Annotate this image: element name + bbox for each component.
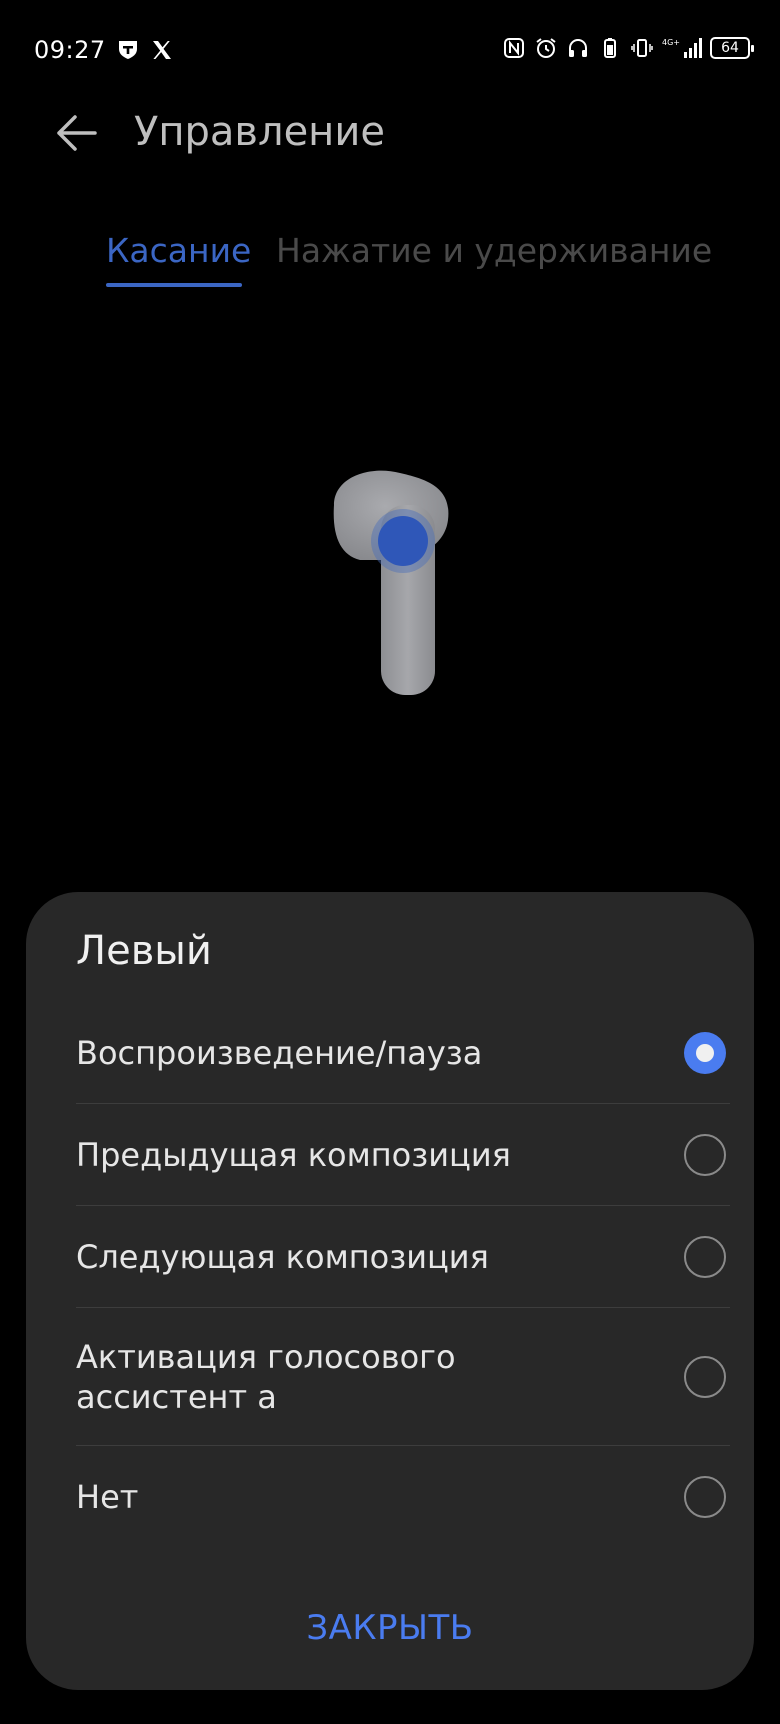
tab-touch[interactable]: Касание [106, 231, 251, 270]
sheet-title: Левый [76, 928, 212, 974]
nfc-icon [502, 36, 526, 60]
signal-4g-icon: 4G+ [662, 36, 702, 60]
app-bar: Управление [0, 95, 780, 175]
status-left: 09:27 [34, 36, 174, 64]
radio-unselected[interactable] [684, 1355, 726, 1398]
radio-unselected[interactable] [684, 1133, 726, 1176]
battery-case-icon [598, 36, 622, 60]
options-list: Воспроизведение/пауза Предыдущая компози… [76, 1002, 730, 1548]
radio-selected[interactable] [684, 1031, 726, 1074]
option-voice-assistant[interactable]: Активация голосового ассистент а [76, 1308, 730, 1446]
option-next-track[interactable]: Следующая композиция [76, 1206, 730, 1308]
option-label: Активация голосового ассистент а [76, 1337, 456, 1416]
tab-bar: Касание Нажатие и удерживание [0, 225, 780, 295]
battery-indicator: 64 [710, 37, 754, 59]
tinkoff-icon [116, 38, 140, 62]
alarm-icon [534, 36, 558, 60]
status-right: 4G+ 64 [502, 36, 754, 60]
tab-press-and-hold[interactable]: Нажатие и удерживание [276, 231, 712, 270]
back-button[interactable] [48, 107, 104, 163]
status-time: 09:27 [34, 36, 106, 64]
bottom-sheet: Левый Воспроизведение/пауза Предыдущая к… [26, 892, 754, 1690]
option-play-pause[interactable]: Воспроизведение/пауза [76, 1002, 730, 1104]
radio-unselected[interactable] [684, 1235, 726, 1278]
headphones-icon [566, 36, 590, 60]
vibrate-icon [630, 36, 654, 60]
arrow-left-icon [53, 110, 99, 160]
svg-text:4G+: 4G+ [662, 38, 680, 47]
option-none[interactable]: Нет [76, 1446, 730, 1548]
option-label: Воспроизведение/пауза [76, 1033, 483, 1072]
earbud-illustration [320, 465, 460, 705]
option-previous-track[interactable]: Предыдущая композиция [76, 1104, 730, 1206]
status-bar: 09:27 4G+ 64 [0, 0, 780, 100]
close-button[interactable]: ЗАКРЫТЬ [26, 1608, 754, 1648]
option-label: Предыдущая композиция [76, 1135, 511, 1174]
option-label: Следующая композиция [76, 1237, 489, 1276]
x-twitter-icon [150, 38, 174, 62]
page-title: Управление [134, 109, 385, 155]
tab-active-indicator [106, 283, 242, 287]
radio-unselected[interactable] [684, 1476, 726, 1518]
option-label: Нет [76, 1478, 139, 1516]
